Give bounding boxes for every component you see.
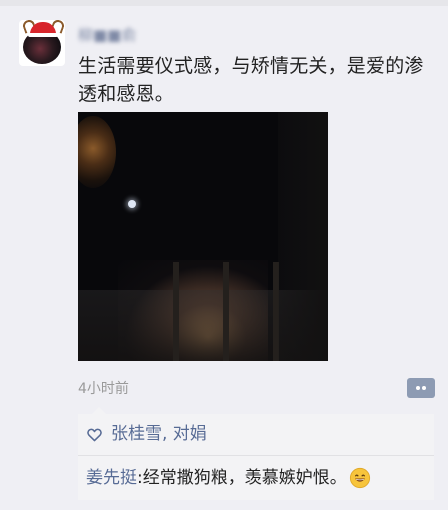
liker-names[interactable]: 张桂雪, 对娟 xyxy=(111,422,207,446)
comment-item[interactable]: 姜先挺 : 经常撒狗粮，羡慕嫉妒恨。 xyxy=(86,465,371,491)
comment-author[interactable]: 姜先挺 xyxy=(86,465,137,491)
grinning-emoji-icon xyxy=(349,467,370,489)
post-timestamp: 4小时前 xyxy=(78,381,129,397)
dot xyxy=(416,386,420,390)
heart-outline-icon xyxy=(87,428,102,441)
likes-divider xyxy=(78,455,434,456)
likes-row: 张桂雪, 对娟 xyxy=(86,422,207,446)
pillar xyxy=(223,262,229,361)
bottom-divider xyxy=(0,510,448,514)
author-name[interactable]: 柳■■俞 xyxy=(78,26,140,44)
moon-light xyxy=(128,200,136,208)
post-text: 生活需要仪式感，与矫情无关，是爱的渗透和感恩。 xyxy=(78,55,424,105)
post-photo[interactable] xyxy=(78,112,328,361)
comment-dots-icon[interactable] xyxy=(407,378,435,398)
santa-hat-band xyxy=(28,33,58,37)
avatar[interactable] xyxy=(19,20,65,66)
dot xyxy=(422,386,426,390)
wall-shadow xyxy=(278,112,328,361)
top-divider xyxy=(0,0,448,6)
pillar xyxy=(173,262,179,361)
panel-caret xyxy=(92,407,106,414)
lamp-shape xyxy=(78,116,116,188)
comment-text: 经常撒狗粮，羡慕嫉妒恨。 xyxy=(142,468,347,488)
